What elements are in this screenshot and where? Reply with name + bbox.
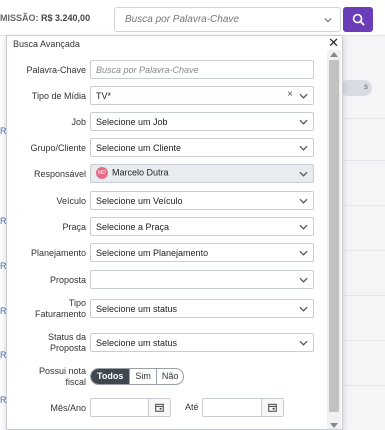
top-bar: MISSÃO: R$ 3.240,00 Busca por Palavra-Ch…	[0, 0, 385, 36]
keyword-input[interactable]: Busca por Palavra-Chave	[90, 60, 314, 79]
has-invoice-segmented-control: Todos Sim Não	[90, 368, 185, 385]
avatar: MD	[96, 167, 108, 179]
commission-label: MISSÃO:	[0, 13, 39, 23]
search-icon	[352, 13, 365, 26]
client-value: Selecione um Cliente	[96, 143, 182, 153]
planning-label: Planejamento	[30, 248, 86, 258]
proposal-select[interactable]	[90, 270, 314, 289]
commission-summary: MISSÃO: R$ 3.240,00	[0, 13, 90, 23]
planning-select[interactable]: Selecione um Planejamento	[90, 243, 314, 262]
background-divider	[340, 118, 385, 119]
billing-type-select[interactable]: Selecione um status	[90, 299, 314, 318]
month-year-from-input[interactable]	[90, 398, 171, 417]
keyword-search-select[interactable]: Busca por Palavra-Chave	[114, 7, 341, 32]
keyword-placeholder: Busca por Palavra-Chave	[96, 65, 199, 75]
market-select[interactable]: Selecione a Praça	[90, 217, 314, 236]
close-icon[interactable]: ✕	[328, 36, 339, 50]
option-todos[interactable]: Todos	[91, 369, 130, 384]
scroll-up-icon[interactable]	[330, 52, 338, 57]
client-label: Grupo/Cliente	[30, 143, 86, 153]
chevron-down-icon	[299, 340, 308, 346]
background-divider	[340, 340, 385, 341]
has-invoice-label: Possui nota fiscal	[39, 366, 86, 388]
chevron-down-icon	[299, 277, 308, 283]
billing-type-label: Tipo Faturamento	[35, 298, 86, 320]
billing-type-label-line1: Tipo	[68, 298, 86, 308]
scrollbar-thumb[interactable]	[329, 60, 339, 412]
panel-title: Busca Avançada	[13, 39, 80, 49]
owner-select[interactable]: MD Marcelo Dutra	[90, 164, 314, 183]
job-select[interactable]: Selecione um Job	[90, 112, 314, 131]
background-divider	[340, 295, 385, 296]
vehicle-select[interactable]: Selecione um Veículo	[90, 191, 314, 210]
chevron-down-icon	[299, 93, 308, 99]
month-year-to-input[interactable]	[202, 398, 284, 417]
until-label: Até	[185, 402, 199, 412]
scroll-down-icon[interactable]	[330, 423, 338, 428]
chevron-down-icon	[299, 171, 308, 177]
clear-icon[interactable]: ×	[287, 89, 293, 100]
chevron-down-icon	[299, 306, 308, 312]
chevron-down-icon	[299, 198, 308, 204]
job-value: Selecione um Job	[96, 117, 168, 127]
chevron-down-icon	[299, 250, 308, 256]
vehicle-value: Selecione um Veículo	[96, 196, 183, 206]
option-nao[interactable]: Não	[155, 369, 184, 384]
planning-value: Selecione um Planejamento	[96, 248, 209, 258]
keyword-label: Palavra-Chave	[26, 65, 86, 75]
background-divider	[340, 385, 385, 386]
proposal-status-label-line1: Status da	[47, 332, 86, 342]
proposal-status-select[interactable]: Selecione um status	[90, 333, 314, 352]
has-invoice-label-line1: Possui nota	[38, 366, 86, 376]
calendar-button[interactable]	[148, 399, 170, 416]
media-type-select[interactable]: TV* ×	[90, 86, 314, 105]
proposal-status-label-line2: Proposta	[49, 343, 86, 353]
background-divider	[340, 205, 385, 206]
chevron-down-icon	[299, 145, 308, 151]
panel-scrollbar[interactable]	[327, 50, 341, 429]
owner-value-wrap: MD Marcelo Dutra	[96, 167, 169, 179]
chevron-down-icon	[324, 18, 332, 23]
month-year-label: Mês/Ano	[50, 403, 86, 413]
background-toggle[interactable]: s	[340, 80, 372, 96]
job-label: Job	[71, 117, 86, 127]
search-placeholder: Busca por Palavra-Chave	[125, 14, 239, 25]
calendar-button[interactable]	[261, 399, 283, 416]
billing-type-value: Selecione um status	[96, 304, 178, 314]
media-type-label: Tipo de Mídia	[31, 91, 86, 101]
chevron-down-icon	[299, 119, 308, 125]
owner-value: Marcelo Dutra	[112, 167, 169, 178]
client-select[interactable]: Selecione um Cliente	[90, 138, 314, 157]
proposal-label: Proposta	[49, 275, 86, 285]
billing-type-label-line2: Faturamento	[34, 309, 86, 319]
chevron-down-icon	[299, 224, 308, 230]
has-invoice-label-line2: fiscal	[65, 377, 86, 387]
background-divider	[340, 250, 385, 251]
option-sim[interactable]: Sim	[129, 369, 156, 384]
market-label: Praça	[62, 222, 86, 232]
market-value: Selecione a Praça	[96, 222, 170, 232]
calendar-icon	[155, 403, 164, 412]
media-type-value: TV*	[96, 91, 112, 101]
commission-value: R$ 3.240,00	[41, 13, 91, 23]
search-button[interactable]	[343, 7, 373, 32]
vehicle-label: Veículo	[56, 196, 86, 206]
owner-label: Responsável	[33, 169, 86, 179]
background-divider	[340, 160, 385, 161]
proposal-status-value: Selecione um status	[96, 338, 178, 348]
proposal-status-label: Status da Proposta	[48, 332, 86, 354]
calendar-icon	[268, 403, 277, 412]
advanced-search-panel: Busca Avançada ✕ Palavra-Chave Busca por…	[6, 35, 343, 430]
